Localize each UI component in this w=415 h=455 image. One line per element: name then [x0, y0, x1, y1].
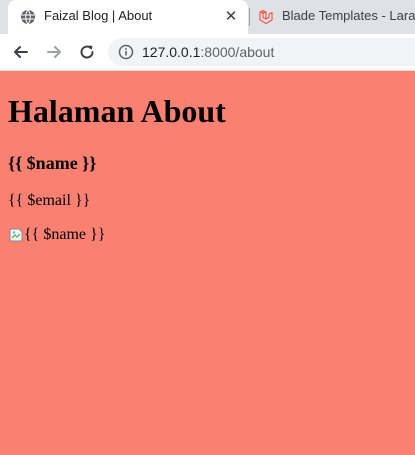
- image-alt-text: {{ $name }}: [24, 226, 106, 243]
- page-content: Halaman About {{ $name }} {{ $email }} {…: [0, 71, 415, 455]
- name-heading: {{ $name }}: [8, 153, 97, 173]
- tab-faizal-blog-about[interactable]: Faizal Blog | About ✕: [8, 0, 248, 34]
- forward-button[interactable]: [42, 40, 66, 64]
- url-text[interactable]: 127.0.0.1:8000/about: [142, 44, 274, 60]
- back-button[interactable]: [9, 40, 33, 64]
- browser-toolbar: 127.0.0.1:8000/about: [0, 34, 415, 71]
- tab-blade-templates[interactable]: Blade Templates - Larave: [250, 0, 415, 34]
- forward-arrow-icon: [47, 46, 61, 58]
- url-path: :8000/about: [200, 44, 275, 60]
- email-text: {{ $email }}: [8, 192, 91, 209]
- laravel-icon: [259, 9, 273, 25]
- tab-title: Faizal Blog | About: [44, 8, 153, 23]
- url-host: 127.0.0.1: [142, 44, 201, 60]
- page-heading: Halaman About: [8, 93, 226, 129]
- tab-strip: Faizal Blog | About ✕ Blade Templates - …: [0, 0, 415, 34]
- tab-title: Blade Templates - Larave: [282, 8, 415, 23]
- profile-image: {{ $name }}: [8, 226, 105, 244]
- back-arrow-icon: [14, 46, 28, 58]
- reload-button[interactable]: [75, 40, 99, 64]
- info-icon[interactable]: [118, 44, 134, 60]
- close-tab-icon[interactable]: ✕: [222, 7, 240, 25]
- broken-image-icon: [9, 228, 23, 242]
- reload-icon: [80, 45, 94, 59]
- address-bar[interactable]: 127.0.0.1:8000/about: [108, 38, 415, 66]
- globe-icon: [21, 9, 35, 25]
